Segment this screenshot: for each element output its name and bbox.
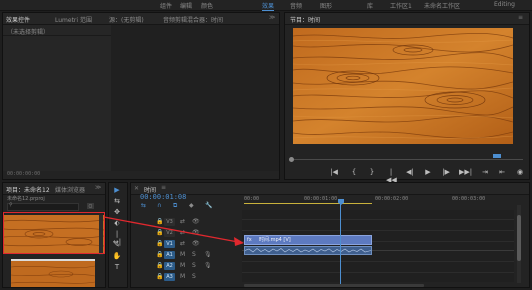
panel-menu-icon[interactable]: ≡ [518, 14, 523, 21]
solo-icon[interactable]: S [192, 273, 196, 280]
lane-divider [242, 272, 514, 273]
work-area-bar[interactable] [244, 203, 372, 204]
mute-icon[interactable]: M [180, 273, 185, 280]
effect-controls-timecode: 00:00:00:00 [7, 171, 41, 177]
wrench-icon[interactable]: 🔧 [205, 202, 212, 209]
workspace-bar: 组件 编辑 颜色 效果 音频 图形 库 工作区1 未命名工作区 Editing [0, 0, 532, 11]
project-tabs: 项目：未命名12 媒体浏览器 ≫ [3, 183, 105, 195]
audio-waveform [245, 248, 371, 253]
track-label-a2[interactable]: A2 [164, 262, 175, 270]
tab-source[interactable]: 源：(无剪辑) [109, 15, 144, 24]
track-select-tool-icon[interactable]: ⇆ [112, 197, 122, 205]
selection-tool-icon[interactable]: ▶ [112, 186, 122, 194]
snap-icon[interactable]: ∩ [157, 202, 161, 209]
video-clip-label: 时间.mp4 [V] [259, 237, 291, 243]
mark-out-icon[interactable]: { [349, 168, 359, 176]
project-search-input[interactable]: ⚲ [7, 202, 79, 211]
solo-icon[interactable]: S [192, 262, 196, 269]
effect-controls-list: （未选择剪辑） [3, 25, 112, 171]
timeline-timecode[interactable]: 00:00:01:08 [140, 193, 186, 201]
type-tool-icon[interactable]: T [112, 263, 122, 271]
close-sequence-icon[interactable]: ✕ [134, 185, 139, 192]
play-icon[interactable]: ▶ [423, 168, 433, 176]
workspace-tab-audio[interactable]: 音频 [290, 1, 302, 10]
track-header-a3: 🔒 A3 M S [152, 273, 240, 281]
step-back-frame-icon[interactable]: ◀| [405, 168, 415, 176]
ruler-label-3: 00:00:03:00 [452, 196, 486, 202]
list-divider [3, 35, 111, 36]
panel-menu-icon[interactable]: ≫ [269, 14, 275, 21]
go-to-out-icon[interactable]: ▶▶| [459, 168, 472, 176]
add-marker-icon[interactable]: ◆ [189, 202, 194, 209]
workspace-tab-libraries[interactable]: 库 [367, 1, 373, 10]
lane-divider [242, 261, 514, 262]
ruler-label-0: 00:00 [244, 196, 260, 202]
extract-icon[interactable]: ⇤ [497, 168, 507, 176]
lock-icon[interactable]: 🔒 [156, 273, 163, 280]
timeline-tabs: ✕ 时间 ≡ [131, 183, 529, 195]
lift-icon[interactable]: ⇥ [480, 168, 490, 176]
playhead-line[interactable] [340, 204, 341, 286]
timeline-scroll-thumb[interactable] [517, 215, 521, 261]
panel-menu-icon[interactable]: ≡ [161, 184, 166, 191]
program-scrub-bar[interactable] [293, 159, 523, 160]
ruler-label-2: 00:00:02:00 [375, 196, 409, 202]
workspace-tab-editing-en[interactable]: Editing [494, 1, 515, 8]
program-monitor-title[interactable]: 节目：时间 [290, 15, 320, 24]
workspace-tab-workspace1[interactable]: 工作区1 [390, 1, 412, 10]
panel-menu-icon[interactable]: ≫ [95, 184, 101, 191]
program-playhead-marker[interactable] [493, 154, 501, 158]
program-monitor-tabs: 节目：时间 ≡ [285, 13, 529, 25]
ruler-label-1: 00:00:01:00 [304, 196, 338, 202]
drag-arrow [103, 216, 244, 246]
workspace-tab-graphics[interactable]: 图形 [320, 1, 332, 10]
tab-lumetri-scopes[interactable]: Lumetri 范围 [55, 15, 92, 24]
tab-media-browser[interactable]: 媒体浏览器 [55, 185, 85, 194]
zoom-handle[interactable] [289, 157, 294, 162]
lane-divider [242, 219, 514, 220]
video-clip-v1[interactable]: fx 时间.mp4 [V] [244, 235, 372, 245]
timeline-h-scrollbar[interactable] [244, 284, 424, 287]
program-video-frame [293, 28, 513, 144]
project-clip-thumbnail-2[interactable] [11, 259, 95, 287]
track-header-a2: 🔒 A2 M S 🎙 [152, 262, 240, 270]
tab-effect-controls[interactable]: 效果控件 [6, 15, 30, 24]
export-frame-icon[interactable]: ◉ [515, 168, 525, 176]
track-label-a3[interactable]: A3 [164, 273, 175, 281]
highlight-box [3, 212, 105, 254]
mic-icon[interactable]: 🎙 [204, 262, 212, 269]
workspace-tab-unnamed[interactable]: 未命名工作区 [424, 1, 460, 10]
transport-controls: |◀ { } |◀◀ ◀| ▶ |▶ ▶▶| ⇥ ⇤ ◉ [285, 168, 531, 184]
lane-divider [242, 230, 514, 231]
audio-clip-a1[interactable] [244, 246, 372, 255]
tab-audio-clip-mixer[interactable]: 音频剪辑混合器：时间 [163, 15, 223, 24]
lock-icon[interactable]: 🔒 [156, 262, 163, 269]
timeline-scrollbar[interactable] [517, 205, 521, 283]
workspace-tab-effects[interactable]: 效果 [262, 1, 275, 11]
nest-icon[interactable]: ⇆ [141, 202, 146, 209]
workspace-tab-color[interactable]: 颜色 [201, 1, 213, 10]
mute-icon[interactable]: M [180, 262, 185, 269]
search-icon: ⚲ [9, 202, 13, 208]
effect-controls-panel: 效果控件 Lumetri 范围 源：(无剪辑) 音频剪辑混合器：时间 ≫ （未选… [2, 12, 280, 180]
new-bin-icon[interactable]: ▢ [87, 203, 94, 209]
linked-selection-icon[interactable]: ⧉ [173, 202, 177, 210]
workspace-tab-editing[interactable]: 编辑 [180, 1, 192, 10]
mark-in-icon[interactable]: |◀ [329, 168, 339, 176]
tab-project[interactable]: 项目：未命名12 [6, 185, 50, 194]
workspace-tab-assembly[interactable]: 组件 [160, 1, 172, 10]
project-file-name: 未命名12.prproj [7, 196, 45, 202]
step-forward-frame-icon[interactable]: |▶ [441, 168, 451, 176]
go-to-in-icon[interactable]: } [367, 168, 377, 176]
effect-controls-tabs: 效果控件 Lumetri 范围 源：(无剪辑) 音频剪辑混合器：时间 ≫ [3, 13, 279, 25]
effect-controls-timeline-area [111, 25, 279, 171]
